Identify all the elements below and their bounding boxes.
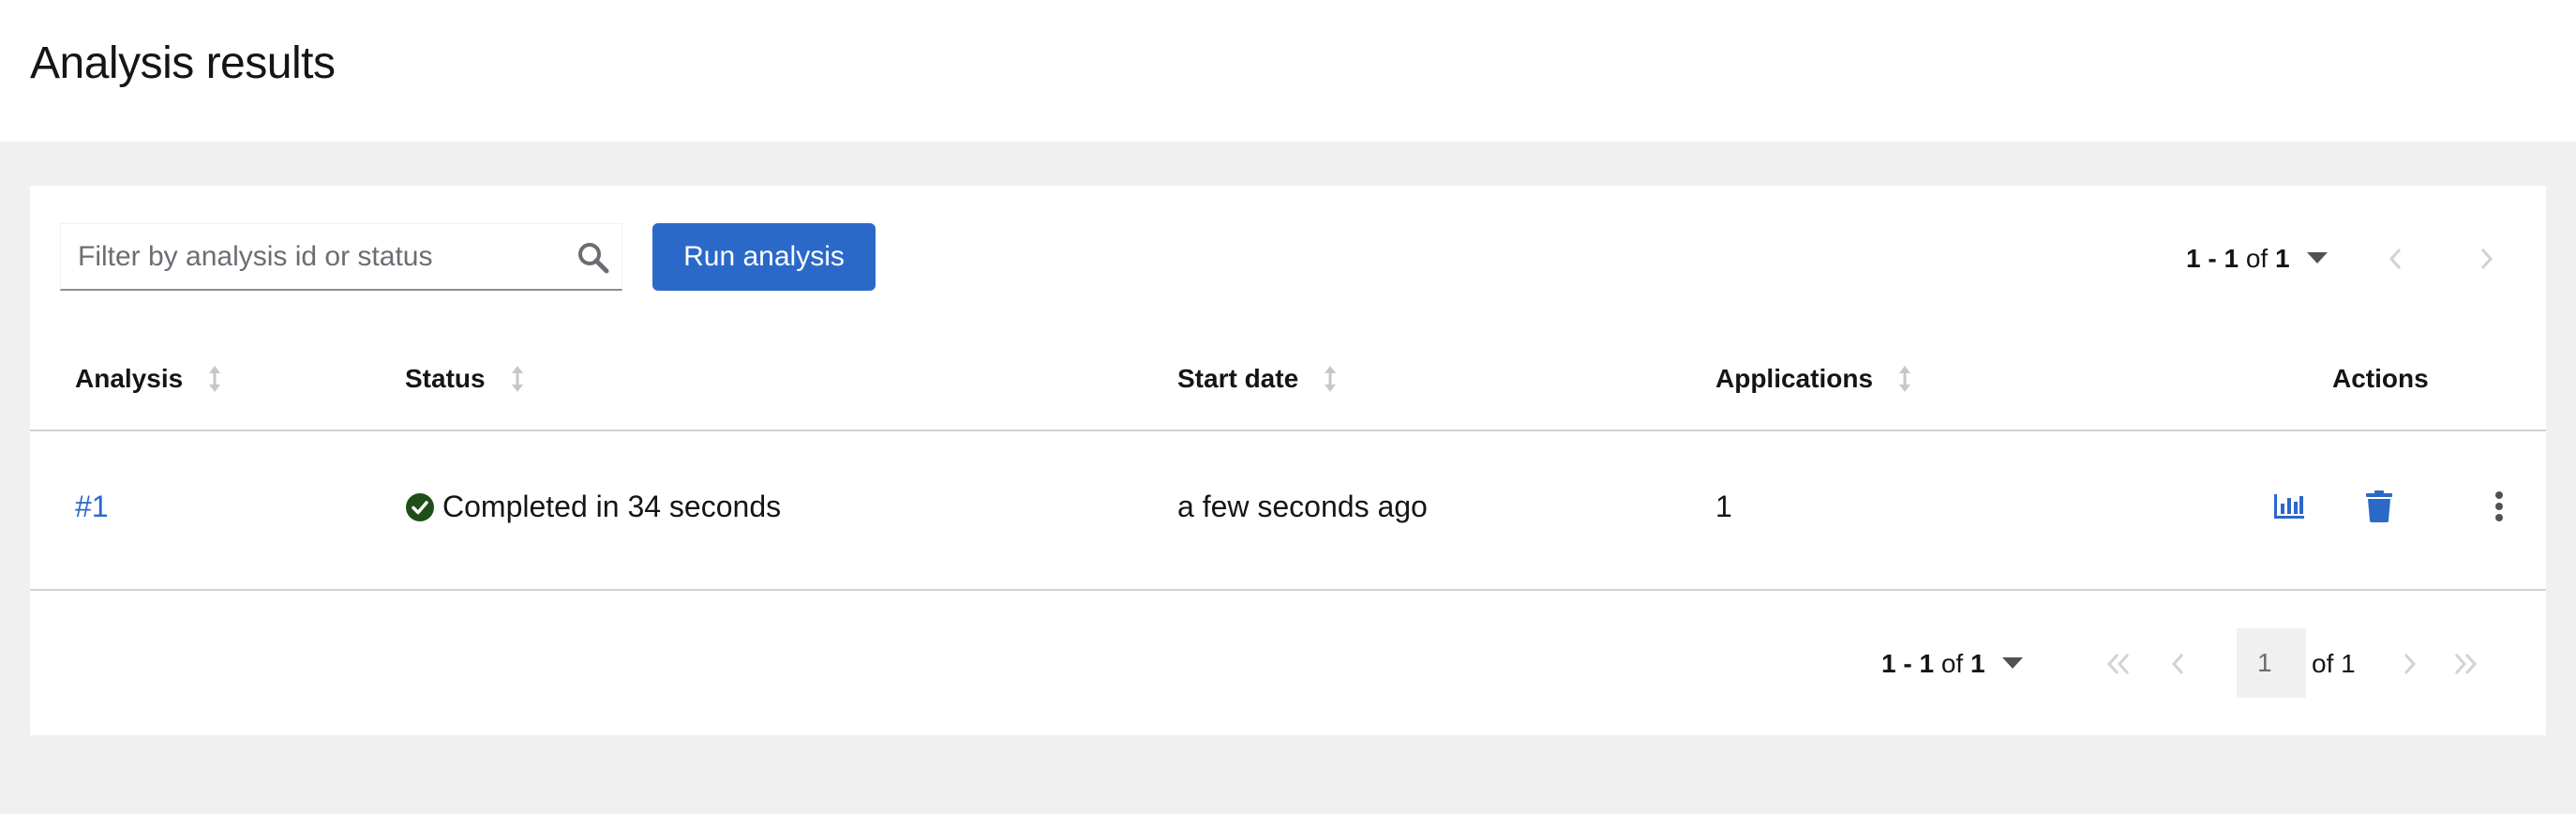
- column-label: Start date: [1177, 364, 1299, 393]
- column-label: Analysis: [75, 364, 184, 393]
- bar-chart-icon: [2274, 494, 2304, 519]
- column-header-applications[interactable]: Applications: [1715, 364, 1912, 394]
- page-title: Analysis results: [30, 38, 336, 88]
- pagination-summary: 1 - 1 of 1: [1881, 649, 1985, 679]
- trash-icon: [2366, 490, 2392, 522]
- next-page-button[interactable]: [2467, 240, 2505, 278]
- sort-icon: [209, 366, 221, 392]
- pagination-summary: 1 - 1 of 1: [2186, 244, 2290, 274]
- search-icon[interactable]: [577, 241, 610, 275]
- next-page-button-bottom[interactable]: [2390, 645, 2428, 683]
- caret-down-icon[interactable]: [2001, 657, 2023, 671]
- column-label: Status: [405, 364, 486, 393]
- previous-page-button-bottom[interactable]: [2160, 645, 2197, 683]
- sort-icon: [1899, 366, 1911, 392]
- column-header-actions: Actions: [2332, 364, 2429, 394]
- delete-button[interactable]: [2360, 488, 2398, 525]
- previous-page-button[interactable]: [2377, 240, 2415, 278]
- pagination-toggle-top[interactable]: 1 - 1 of 1: [2186, 240, 2328, 278]
- pagination-of: of: [1940, 649, 1964, 678]
- view-report-button[interactable]: [2270, 488, 2308, 525]
- current-page-input[interactable]: [2237, 628, 2306, 698]
- kebab-icon: [2495, 491, 2503, 521]
- last-page-button[interactable]: [2447, 645, 2484, 683]
- status-text: Completed in 34 seconds: [442, 490, 782, 523]
- total-pages-label: of 1: [2312, 649, 2356, 678]
- chevron-left-icon: [2171, 653, 2184, 675]
- row-divider: [30, 589, 2546, 591]
- first-page-button[interactable]: [2100, 645, 2137, 683]
- column-header-analysis[interactable]: Analysis: [75, 364, 222, 394]
- double-chevron-left-icon: [2106, 653, 2130, 675]
- sort-icon: [511, 366, 523, 392]
- pagination-toggle-bottom[interactable]: 1 - 1 of 1: [1881, 645, 2023, 683]
- pagination-range: 1 - 1: [1881, 649, 1935, 678]
- applications-cell: 1: [1715, 490, 1732, 523]
- analysis-id-cell: #1: [75, 490, 109, 524]
- run-analysis-button[interactable]: Run analysis: [652, 223, 876, 291]
- header-divider: [30, 430, 2546, 431]
- analysis-link[interactable]: #1: [75, 490, 109, 524]
- caret-down-icon[interactable]: [2306, 252, 2328, 265]
- column-label: Applications: [1715, 364, 1874, 393]
- start-date-cell: a few seconds ago: [1177, 490, 1428, 523]
- sort-icon: [1325, 366, 1337, 392]
- search-box[interactable]: [60, 223, 622, 291]
- status-cell: Completed in 34 seconds: [405, 490, 781, 524]
- row-actions-kebab[interactable]: [2480, 488, 2518, 525]
- column-header-start-date[interactable]: Start date: [1177, 364, 1338, 394]
- chevron-right-icon: [2404, 653, 2417, 675]
- column-header-status[interactable]: Status: [405, 364, 525, 394]
- pagination-range: 1 - 1: [2186, 244, 2239, 273]
- column-label: Actions: [2332, 364, 2429, 393]
- search-input[interactable]: [61, 224, 567, 290]
- chevron-left-icon: [2389, 248, 2402, 270]
- page-header: Analysis results: [0, 0, 2576, 142]
- chevron-right-icon: [2480, 248, 2494, 270]
- check-circle-icon: [406, 492, 434, 521]
- pagination-total: 1: [1969, 649, 1985, 678]
- pagination-of: of: [2245, 244, 2269, 273]
- analysis-card: Run analysis 1 - 1 of 1 Analysis Status: [30, 186, 2546, 735]
- double-chevron-right-icon: [2454, 653, 2478, 675]
- pagination-total: 1: [2274, 244, 2290, 273]
